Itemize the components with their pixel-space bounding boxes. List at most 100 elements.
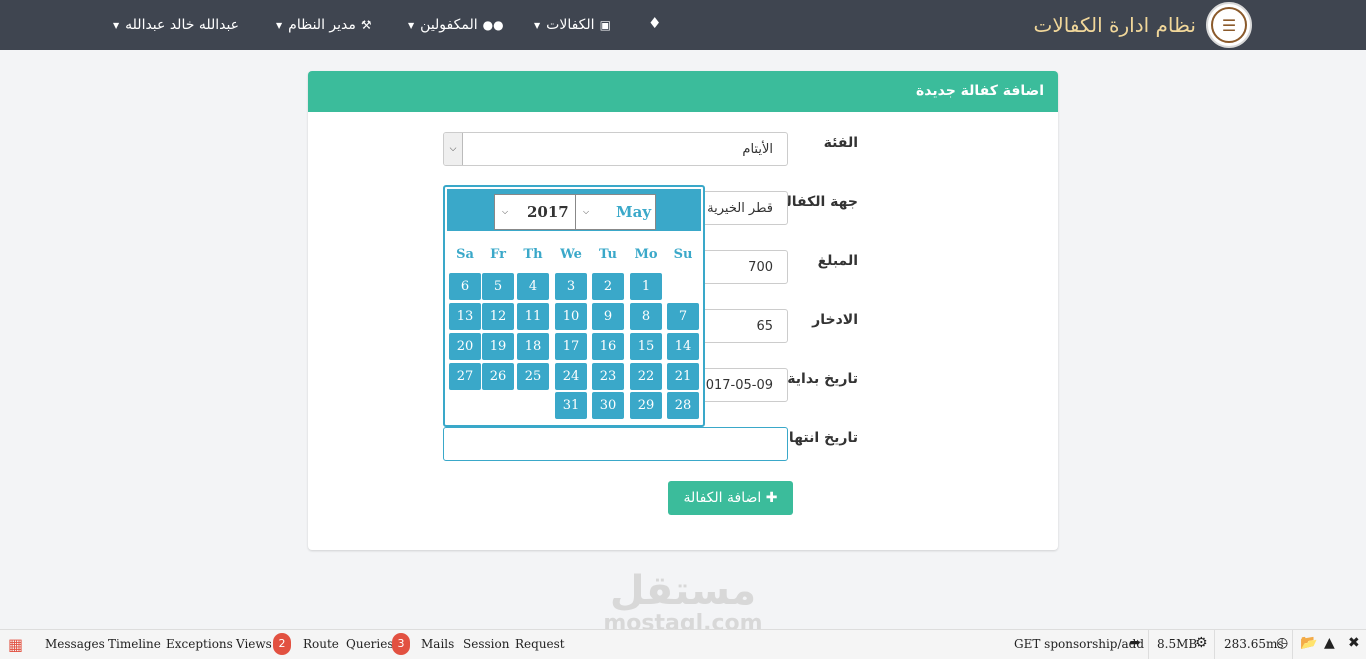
add-sponsorship-label: اضافة الكفالة — [683, 490, 762, 506]
day-cell[interactable]: 12 — [482, 303, 514, 330]
close-icon[interactable]: ✖ — [1348, 635, 1360, 651]
memory-usage: 8.5MB — [1157, 637, 1198, 651]
day-cell[interactable]: 13 — [449, 303, 481, 330]
chevron-down-icon: ⌵ — [502, 207, 509, 216]
nav-admin[interactable]: ⚒ مدير النظام ▼ — [276, 0, 372, 50]
debugbar-logo-icon[interactable]: ▦ — [8, 635, 30, 655]
nav-sponsored-label: المكفولين — [420, 17, 478, 33]
tab-route[interactable]: Route — [303, 637, 339, 651]
chevron-down-icon: ⌵ — [444, 133, 463, 165]
nav-sponsored[interactable]: ●● المكفولين ▼ — [408, 0, 504, 50]
start-date-value: 2017-05-09 — [697, 378, 773, 393]
day-cell[interactable]: 15 — [630, 333, 662, 360]
day-cell[interactable]: 9 — [592, 303, 624, 330]
watermark: مستقل mostaql.com — [598, 565, 768, 635]
brand-title: نظام ادارة الكفالات — [1033, 13, 1196, 37]
category-value: الأيتام — [742, 142, 773, 157]
day-cell[interactable]: 19 — [482, 333, 514, 360]
tab-mails[interactable]: Mails — [421, 637, 454, 651]
sponsor-body-value: قطر الخيرية — [707, 201, 773, 216]
caret-down-icon: ▼ — [534, 20, 541, 30]
day-cell[interactable]: 21 — [667, 363, 699, 390]
day-cell[interactable]: 27 — [449, 363, 481, 390]
share-icon: ➦ — [1129, 635, 1141, 651]
nav-user-label: عبدالله خالد عبدالله — [125, 17, 240, 33]
separator — [1214, 630, 1215, 659]
day-cell[interactable]: 5 — [482, 273, 514, 300]
weekday-we: We — [560, 247, 582, 262]
savings-label: الادخار — [812, 312, 858, 328]
add-sponsorship-button[interactable]: ✚ اضافة الكفالة — [668, 481, 793, 515]
weekday-su: Su — [673, 247, 693, 262]
tab-messages[interactable]: Messages — [45, 637, 105, 651]
end-date-input[interactable] — [443, 427, 788, 461]
day-cell[interactable]: 16 — [592, 333, 624, 360]
day-cell[interactable]: 11 — [517, 303, 549, 330]
queries-count-badge: 3 — [392, 633, 410, 655]
day-cell[interactable]: 26 — [482, 363, 514, 390]
tab-timeline[interactable]: Timeline — [108, 637, 161, 651]
tab-session[interactable]: Session — [463, 637, 509, 651]
day-cell[interactable]: 10 — [555, 303, 587, 330]
route-info: GET sponsorship/add — [1014, 637, 1145, 651]
weekday-mo: Mo — [634, 247, 658, 262]
day-cell[interactable]: 6 — [449, 273, 481, 300]
weekday-th: Th — [523, 247, 543, 262]
nav-sponsorships[interactable]: ▣ الكفالات ▼ — [534, 0, 611, 50]
chevron-up-icon[interactable]: ▲ — [1324, 635, 1335, 651]
caret-down-icon: ▼ — [408, 20, 415, 30]
day-cell[interactable]: 30 — [592, 392, 624, 419]
views-count-badge: 2 — [273, 633, 291, 655]
day-cell[interactable]: 22 — [630, 363, 662, 390]
year-select[interactable]: ⌵ 2017 — [494, 194, 576, 230]
wrench-icon: ⚒ — [360, 18, 372, 32]
amount-value: 700 — [748, 260, 773, 275]
weekday-fr: Fr — [490, 247, 506, 262]
separator — [1148, 630, 1149, 659]
day-cell[interactable]: 25 — [517, 363, 549, 390]
day-cell[interactable]: 18 — [517, 333, 549, 360]
day-cell[interactable]: 8 — [630, 303, 662, 330]
clock-icon: ◷ — [1276, 635, 1289, 651]
book-icon: ☰ — [1211, 7, 1247, 43]
nav-user[interactable]: عبدالله خالد عبدالله ▼ — [113, 0, 239, 50]
tab-views[interactable]: Views — [236, 637, 272, 651]
separator — [1292, 630, 1293, 659]
tab-request[interactable]: Request — [515, 637, 565, 651]
day-cell[interactable]: 17 — [555, 333, 587, 360]
caret-down-icon: ▼ — [276, 20, 283, 30]
money-icon: ▣ — [599, 18, 611, 32]
nav-sponsorships-label: الكفالات — [546, 17, 595, 33]
day-cell[interactable]: 7 — [667, 303, 699, 330]
folder-open-icon[interactable]: 📂 — [1300, 635, 1317, 651]
year-value: 2017 — [527, 203, 569, 221]
brand[interactable]: ☰ نظام ادارة الكفالات — [1034, 0, 1252, 50]
day-cell[interactable]: 20 — [449, 333, 481, 360]
bell-icon[interactable]: ♦ — [648, 14, 664, 34]
month-value: May — [616, 203, 652, 221]
request-time: 283.65ms — [1224, 637, 1284, 651]
day-cell[interactable]: 31 — [555, 392, 587, 419]
day-cell[interactable]: 29 — [630, 392, 662, 419]
panel-title: اضافة كفالة جديدة — [308, 71, 1058, 112]
day-cell[interactable]: 23 — [592, 363, 624, 390]
day-cell[interactable]: 24 — [555, 363, 587, 390]
cogs-icon: ⚙ — [1195, 635, 1208, 651]
day-cell[interactable]: 28 — [667, 392, 699, 419]
category-select[interactable]: الأيتام ⌵ — [443, 132, 788, 166]
users-icon: ●● — [482, 18, 504, 32]
weekday-tu: Tu — [599, 247, 617, 262]
day-cell[interactable]: 3 — [555, 273, 587, 300]
day-cell[interactable]: 1 — [630, 273, 662, 300]
tab-exceptions[interactable]: Exceptions — [166, 637, 233, 651]
plus-icon: ✚ — [765, 490, 778, 506]
savings-value: 65 — [756, 319, 773, 334]
day-cell[interactable]: 14 — [667, 333, 699, 360]
day-cell[interactable]: 2 — [592, 273, 624, 300]
logo: ☰ — [1206, 2, 1252, 48]
month-select[interactable]: ⌵ May — [575, 194, 656, 230]
day-cell[interactable]: 4 — [517, 273, 549, 300]
amount-label: المبلغ — [817, 253, 858, 269]
caret-down-icon: ▼ — [113, 20, 120, 30]
tab-queries[interactable]: Queries — [346, 637, 394, 651]
